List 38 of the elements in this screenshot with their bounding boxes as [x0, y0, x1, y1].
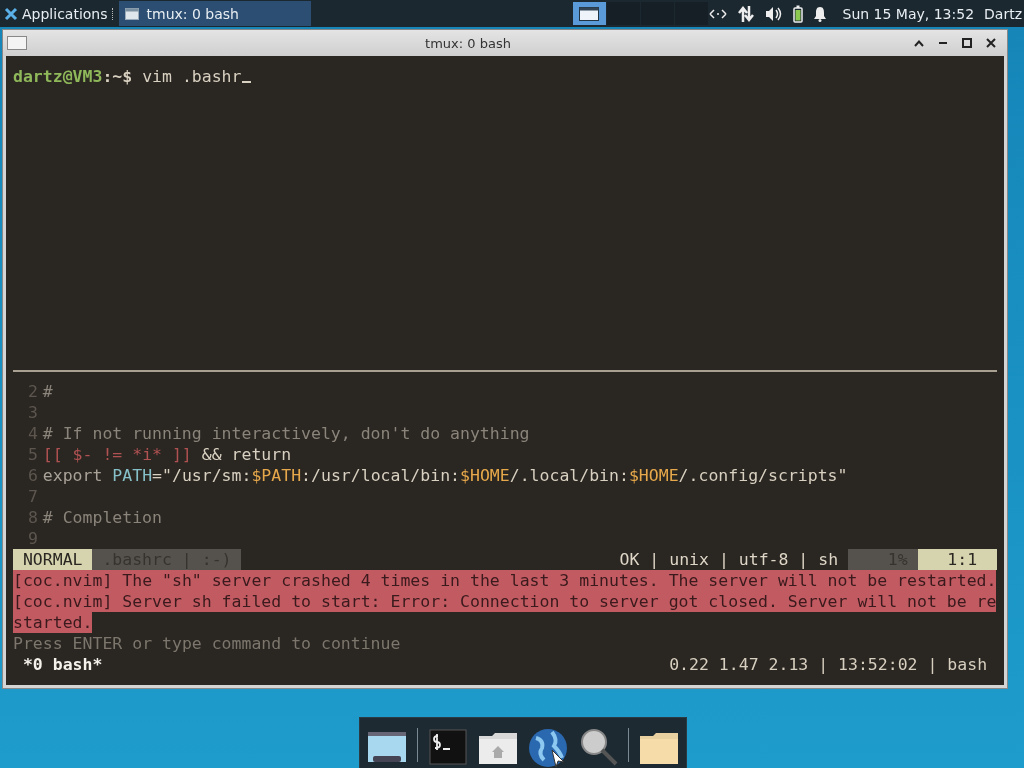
code-line: # If not running interactively, don't do anything [42, 423, 530, 444]
code-line: export PATH="/usr/sm:$PATH:/usr/local/bin:$HOME/.local/bin:$HOME/.config/scripts" [42, 465, 848, 486]
network-icon[interactable] [708, 8, 727, 19]
window-icon [579, 6, 599, 21]
command-text: vim .bashr [141, 66, 242, 87]
battery-icon[interactable] [792, 4, 803, 23]
code-line: [[ $- != *i* ]] && return [42, 444, 292, 465]
maximize-icon [962, 38, 972, 48]
applications-menu[interactable]: Applications [0, 1, 119, 26]
volume-icon[interactable] [764, 5, 783, 22]
shell-prompt: dartz@VM3:~$ [13, 66, 133, 87]
user-name[interactable]: Dartz [984, 5, 1022, 22]
close-icon [986, 38, 996, 48]
error-message: started. [13, 612, 93, 633]
x-logo-icon [4, 6, 18, 21]
file-info: OK | unix | utf-8 | sh [619, 549, 840, 570]
roll-up-icon [914, 39, 924, 47]
window-title: tmux: 0 bash [424, 35, 512, 51]
separator-icon [111, 7, 115, 20]
bell-icon[interactable] [812, 5, 827, 22]
globe-icon [526, 726, 570, 768]
cursor-position: 1:1 [917, 549, 997, 570]
mode-indicator: NORMAL [13, 549, 93, 570]
window-icon [124, 7, 139, 20]
tmux-status-info: 0.22 1.47 2.13 | 13:52:02 | bash [669, 654, 989, 675]
updown-arrows-icon[interactable] [736, 4, 755, 23]
taskbar-button[interactable]: tmux: 0 bash [118, 1, 311, 26]
clock[interactable]: Sun 15 May, 13:52 [842, 5, 975, 22]
error-message: [coc.nvim] The "sh" server crashed 4 times in the last 3 minutes. The server will not be restarted. [13, 570, 997, 591]
code-line: # [42, 381, 53, 402]
window-menu-button[interactable] [7, 36, 27, 50]
minimize-icon [939, 42, 947, 44]
error-message: [coc.nvim] Server sh failed to start: Error: Connection to server got closed. Server will not be re [13, 591, 997, 612]
continue-prompt: Press ENTER or type command to continue [13, 633, 401, 654]
terminal-icon [426, 726, 470, 768]
workspace-button[interactable] [572, 2, 606, 25]
code-line: # Completion [42, 507, 162, 528]
tmux-window-tab[interactable]: *0 bash* [22, 654, 103, 675]
